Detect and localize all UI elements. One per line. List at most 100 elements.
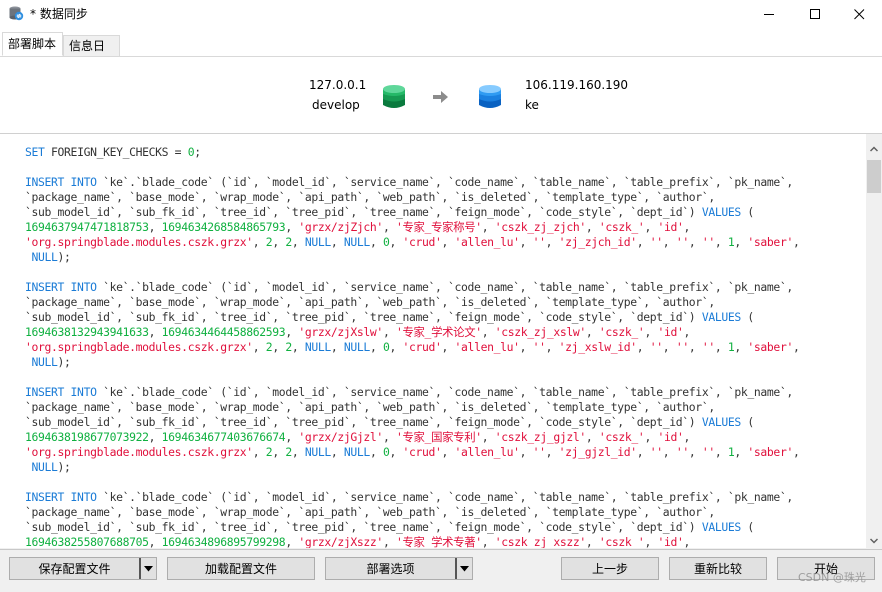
chevron-up-icon xyxy=(870,146,878,152)
sql-string: '' xyxy=(675,445,689,459)
deploy-options-button[interactable]: 部署选项 xyxy=(325,557,473,580)
sql-script: SET FOREIGN_KEY_CHECKS = 0; INSERT INTO … xyxy=(25,145,800,548)
sql-string: 'org.springblade.modules.cszk.grzx' xyxy=(25,340,253,354)
sql-line: INSERT INTO `ke`.`blade_code` (`id`, `mo… xyxy=(25,490,793,504)
sql-line xyxy=(25,475,799,490)
sql-number: 1 xyxy=(727,235,735,249)
sql-number: 1694634464458862593 xyxy=(161,325,286,339)
sql-string: 'grzx/zjXslw' xyxy=(298,325,383,339)
chevron-down-icon xyxy=(870,538,878,544)
sql-string: '' xyxy=(649,235,663,249)
sql-line: SET FOREIGN_KEY_CHECKS = 0; xyxy=(25,145,201,159)
sql-string: 'cszk_zj_xslw' xyxy=(494,325,586,339)
sql-string: 'id' xyxy=(657,430,684,444)
previous-button[interactable]: 上一步 xyxy=(561,557,659,580)
sql-string: 'id' xyxy=(657,325,684,339)
sql-string: 'crud' xyxy=(402,235,442,249)
sql-number: 1 xyxy=(727,340,735,354)
database-sync-icon xyxy=(9,6,24,21)
sql-string: 'zj_gjzl_id' xyxy=(558,445,637,459)
sql-number: 1694634268584865793 xyxy=(161,220,286,234)
sql-keyword: SET xyxy=(25,145,45,159)
sql-line: `package_name`, `base_mode`, `wrap_mode`… xyxy=(25,295,715,309)
sql-number: 1694638132943941633 xyxy=(25,325,149,339)
watermark: CSDN @珠光 xyxy=(798,571,866,584)
source-database: develop xyxy=(312,98,360,112)
recompare-label: 重新比较 xyxy=(693,562,742,576)
sql-string: 'id' xyxy=(657,220,684,234)
sql-line: NULL); xyxy=(31,250,71,264)
maximize-icon xyxy=(809,8,820,19)
vertical-scrollbar[interactable] xyxy=(866,141,882,549)
sql-number: 1694634677403676674 xyxy=(161,430,286,444)
sql-string: 'crud' xyxy=(402,445,442,459)
arrow-right-icon xyxy=(433,91,448,103)
load-config-button[interactable]: 加载配置文件 xyxy=(167,557,315,580)
save-config-label: 保存配置文件 xyxy=(38,562,111,576)
save-config-button[interactable]: 保存配置文件 xyxy=(9,557,157,580)
sql-string: 'cszk_' xyxy=(598,220,645,234)
sql-line: 1694638132943941633, 1694634464458862593… xyxy=(25,325,691,339)
tab-deploy-script[interactable]: 部署脚本 xyxy=(2,32,63,56)
sql-string: 'saber' xyxy=(747,235,793,249)
sql-keyword: VALUES xyxy=(701,520,741,534)
sql-number: 2 xyxy=(265,235,273,249)
scrollbar-thumb[interactable] xyxy=(867,160,881,193)
save-config-dropdown[interactable] xyxy=(139,558,156,579)
tab-strip: 部署脚本 信息日志 xyxy=(0,28,882,73)
sql-number: 1694634896895799298 xyxy=(161,535,286,548)
sql-string: '专家_专家称号' xyxy=(395,220,482,234)
sql-string: 'cszk_zj_xszz' xyxy=(494,535,586,548)
database-green-icon xyxy=(383,85,405,108)
sql-number: 1 xyxy=(727,445,735,459)
sql-null: NULL xyxy=(343,445,370,459)
deploy-options-dropdown[interactable] xyxy=(455,558,472,579)
sql-string: 'cszk_zj_zjch' xyxy=(494,220,586,234)
source-host: 127.0.0.1 xyxy=(309,78,367,92)
sql-line xyxy=(25,160,799,175)
sql-number: 2 xyxy=(265,340,273,354)
sql-keyword: INSERT INTO xyxy=(25,280,97,294)
deploy-script-editor[interactable]: SET FOREIGN_KEY_CHECKS = 0; INSERT INTO … xyxy=(0,134,866,548)
sql-line: `package_name`, `base_mode`, `wrap_mode`… xyxy=(25,190,715,204)
maximize-button[interactable] xyxy=(792,0,838,28)
sql-number: 1694638198677073922 xyxy=(25,430,149,444)
sql-string: 'org.springblade.modules.cszk.grzx' xyxy=(25,235,253,249)
close-icon xyxy=(853,8,864,19)
sql-string: 'grzx/zjZjch' xyxy=(298,220,383,234)
sql-null: NULL xyxy=(304,235,331,249)
tab-info-log[interactable]: 信息日志 xyxy=(63,35,120,73)
scroll-up-button[interactable] xyxy=(866,141,882,157)
sql-string: '' xyxy=(532,340,546,354)
sql-string: '专家_学术论文' xyxy=(395,325,482,339)
footer-bar: 保存配置文件 加载配置文件 部署选项 上一步 重新比较 开始 xyxy=(0,549,882,592)
sql-string: '专家_国家专利' xyxy=(395,430,482,444)
target-host: 106.119.160.190 xyxy=(525,78,629,92)
sql-string: '' xyxy=(532,235,546,249)
sql-null: NULL xyxy=(31,355,58,369)
sql-keyword: INSERT INTO xyxy=(25,385,97,399)
close-button[interactable] xyxy=(836,0,882,28)
sql-number: 0 xyxy=(382,445,390,459)
sql-keyword: VALUES xyxy=(701,310,741,324)
sql-number: 0 xyxy=(382,340,390,354)
recompare-button[interactable]: 重新比较 xyxy=(669,557,767,580)
sql-string: 'cszk_' xyxy=(598,535,645,548)
sql-keyword: INSERT INTO xyxy=(25,490,97,504)
deploy-options-label: 部署选项 xyxy=(366,562,415,576)
sql-string: 'org.springblade.modules.cszk.grzx' xyxy=(25,445,253,459)
sql-string: 'cszk_' xyxy=(598,325,645,339)
sql-line: 'org.springblade.modules.cszk.grzx', 2, … xyxy=(25,235,800,249)
sql-string: 'crud' xyxy=(402,340,442,354)
target-database: ke xyxy=(525,98,539,112)
sql-string: '' xyxy=(649,445,663,459)
minimize-button[interactable] xyxy=(746,0,792,28)
sql-string: '' xyxy=(701,445,715,459)
scroll-down-button[interactable] xyxy=(866,533,882,549)
sql-number: 2 xyxy=(285,445,292,459)
sql-line: `sub_model_id`, `sub_fk_id`, `tree_id`, … xyxy=(25,205,754,219)
sql-number: 0 xyxy=(382,235,390,249)
sql-line: `sub_model_id`, `sub_fk_id`, `tree_id`, … xyxy=(25,520,754,534)
sql-line xyxy=(25,370,799,385)
sql-line: `package_name`, `base_mode`, `wrap_mode`… xyxy=(25,505,715,519)
